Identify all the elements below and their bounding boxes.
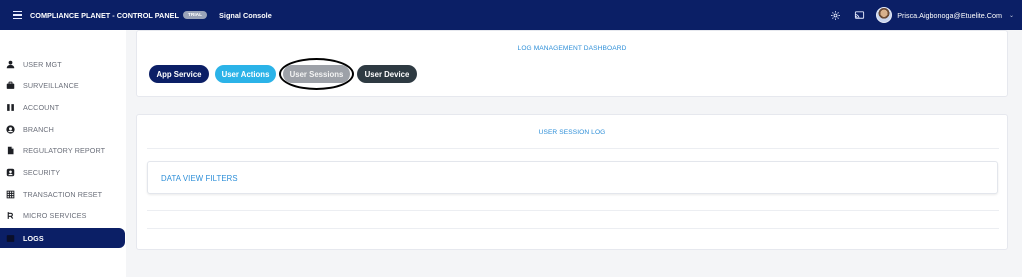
user-icon	[5, 59, 15, 69]
sidebar-item-logs[interactable]: LOGS	[0, 228, 125, 248]
user-sessions-button[interactable]: User Sessions	[283, 65, 350, 83]
sidebar-item-label: SURVEILLANCE	[23, 80, 79, 90]
divider	[147, 228, 999, 229]
sidebar-item-branch[interactable]: BRANCH	[0, 119, 126, 139]
divider	[147, 148, 999, 149]
sidebar-item-label: SECURITY	[23, 167, 61, 177]
menu-icon[interactable]	[6, 10, 28, 20]
sidebar: USER MGT SURVEILLANCE ACCOUNT BRANCH REG…	[0, 30, 126, 277]
user-actions-button[interactable]: User Actions	[215, 65, 276, 83]
top-navbar: COMPLIANCE PLANET - CONTROL PANEL TRIAL …	[0, 0, 1022, 30]
top-right-controls: Prisca.Aigbonoga@Etuelite.Com ⌄	[828, 0, 1014, 30]
sidebar-item-transaction-reset[interactable]: TRANSACTION RESET	[0, 184, 126, 204]
dashboard-title: LOG MANAGEMENT DASHBOARD	[517, 45, 627, 52]
sidebar-item-security[interactable]: SECURITY	[0, 162, 126, 182]
sidebar-item-label: USER MGT	[23, 59, 62, 69]
grid-icon	[5, 189, 15, 199]
sidebar-item-user-mgt[interactable]: USER MGT	[0, 54, 126, 74]
sidebar-item-label: ACCOUNT	[23, 102, 60, 112]
sidebar-item-label: MICRO SERVICES	[23, 210, 87, 220]
logs-icon	[5, 233, 15, 243]
session-log-title: USER SESSION LOG	[538, 129, 606, 136]
data-view-filters-panel[interactable]: DATA VIEW FILTERS	[147, 161, 998, 194]
user-circle-icon	[5, 124, 15, 134]
trial-badge: TRIAL	[182, 11, 208, 19]
app-service-button[interactable]: App Service	[149, 65, 209, 83]
file-icon	[5, 145, 15, 155]
book-icon	[5, 102, 15, 112]
sidebar-item-account[interactable]: ACCOUNT	[0, 97, 126, 117]
sidebar-item-label: REGULATORY REPORT	[23, 145, 106, 155]
sidebar-item-micro-services[interactable]: MICRO SERVICES	[0, 205, 126, 225]
user-menu[interactable]: Prisca.Aigbonoga@Etuelite.Com ⌄	[876, 7, 1014, 23]
sidebar-item-label: LOGS	[23, 233, 44, 243]
microservice-icon	[5, 210, 15, 220]
briefcase-icon	[5, 80, 15, 90]
divider	[147, 210, 999, 211]
app-title: COMPLIANCE PLANET - CONTROL PANEL	[30, 10, 179, 20]
shield-icon	[5, 167, 15, 177]
chevron-down-icon[interactable]: ⌄	[1009, 12, 1014, 19]
gear-icon[interactable]	[828, 8, 842, 22]
sidebar-item-regulatory-report[interactable]: REGULATORY REPORT	[0, 140, 126, 160]
user-email[interactable]: Prisca.Aigbonoga@Etuelite.Com	[897, 11, 1002, 20]
user-session-log-card: USER SESSION LOG DATA VIEW FILTERS	[136, 114, 1008, 250]
user-device-button[interactable]: User Device	[357, 65, 417, 83]
filters-label[interactable]: DATA VIEW FILTERS	[161, 174, 238, 183]
sidebar-item-label: BRANCH	[23, 124, 54, 134]
log-dashboard-card: LOG MANAGEMENT DASHBOARD App Service Use…	[136, 30, 1008, 97]
console-title: Signal Console	[219, 10, 272, 20]
sidebar-item-label: TRANSACTION RESET	[23, 189, 103, 199]
avatar[interactable]	[876, 7, 893, 23]
cast-icon[interactable]	[852, 8, 866, 22]
sidebar-item-surveillance[interactable]: SURVEILLANCE	[0, 75, 126, 95]
